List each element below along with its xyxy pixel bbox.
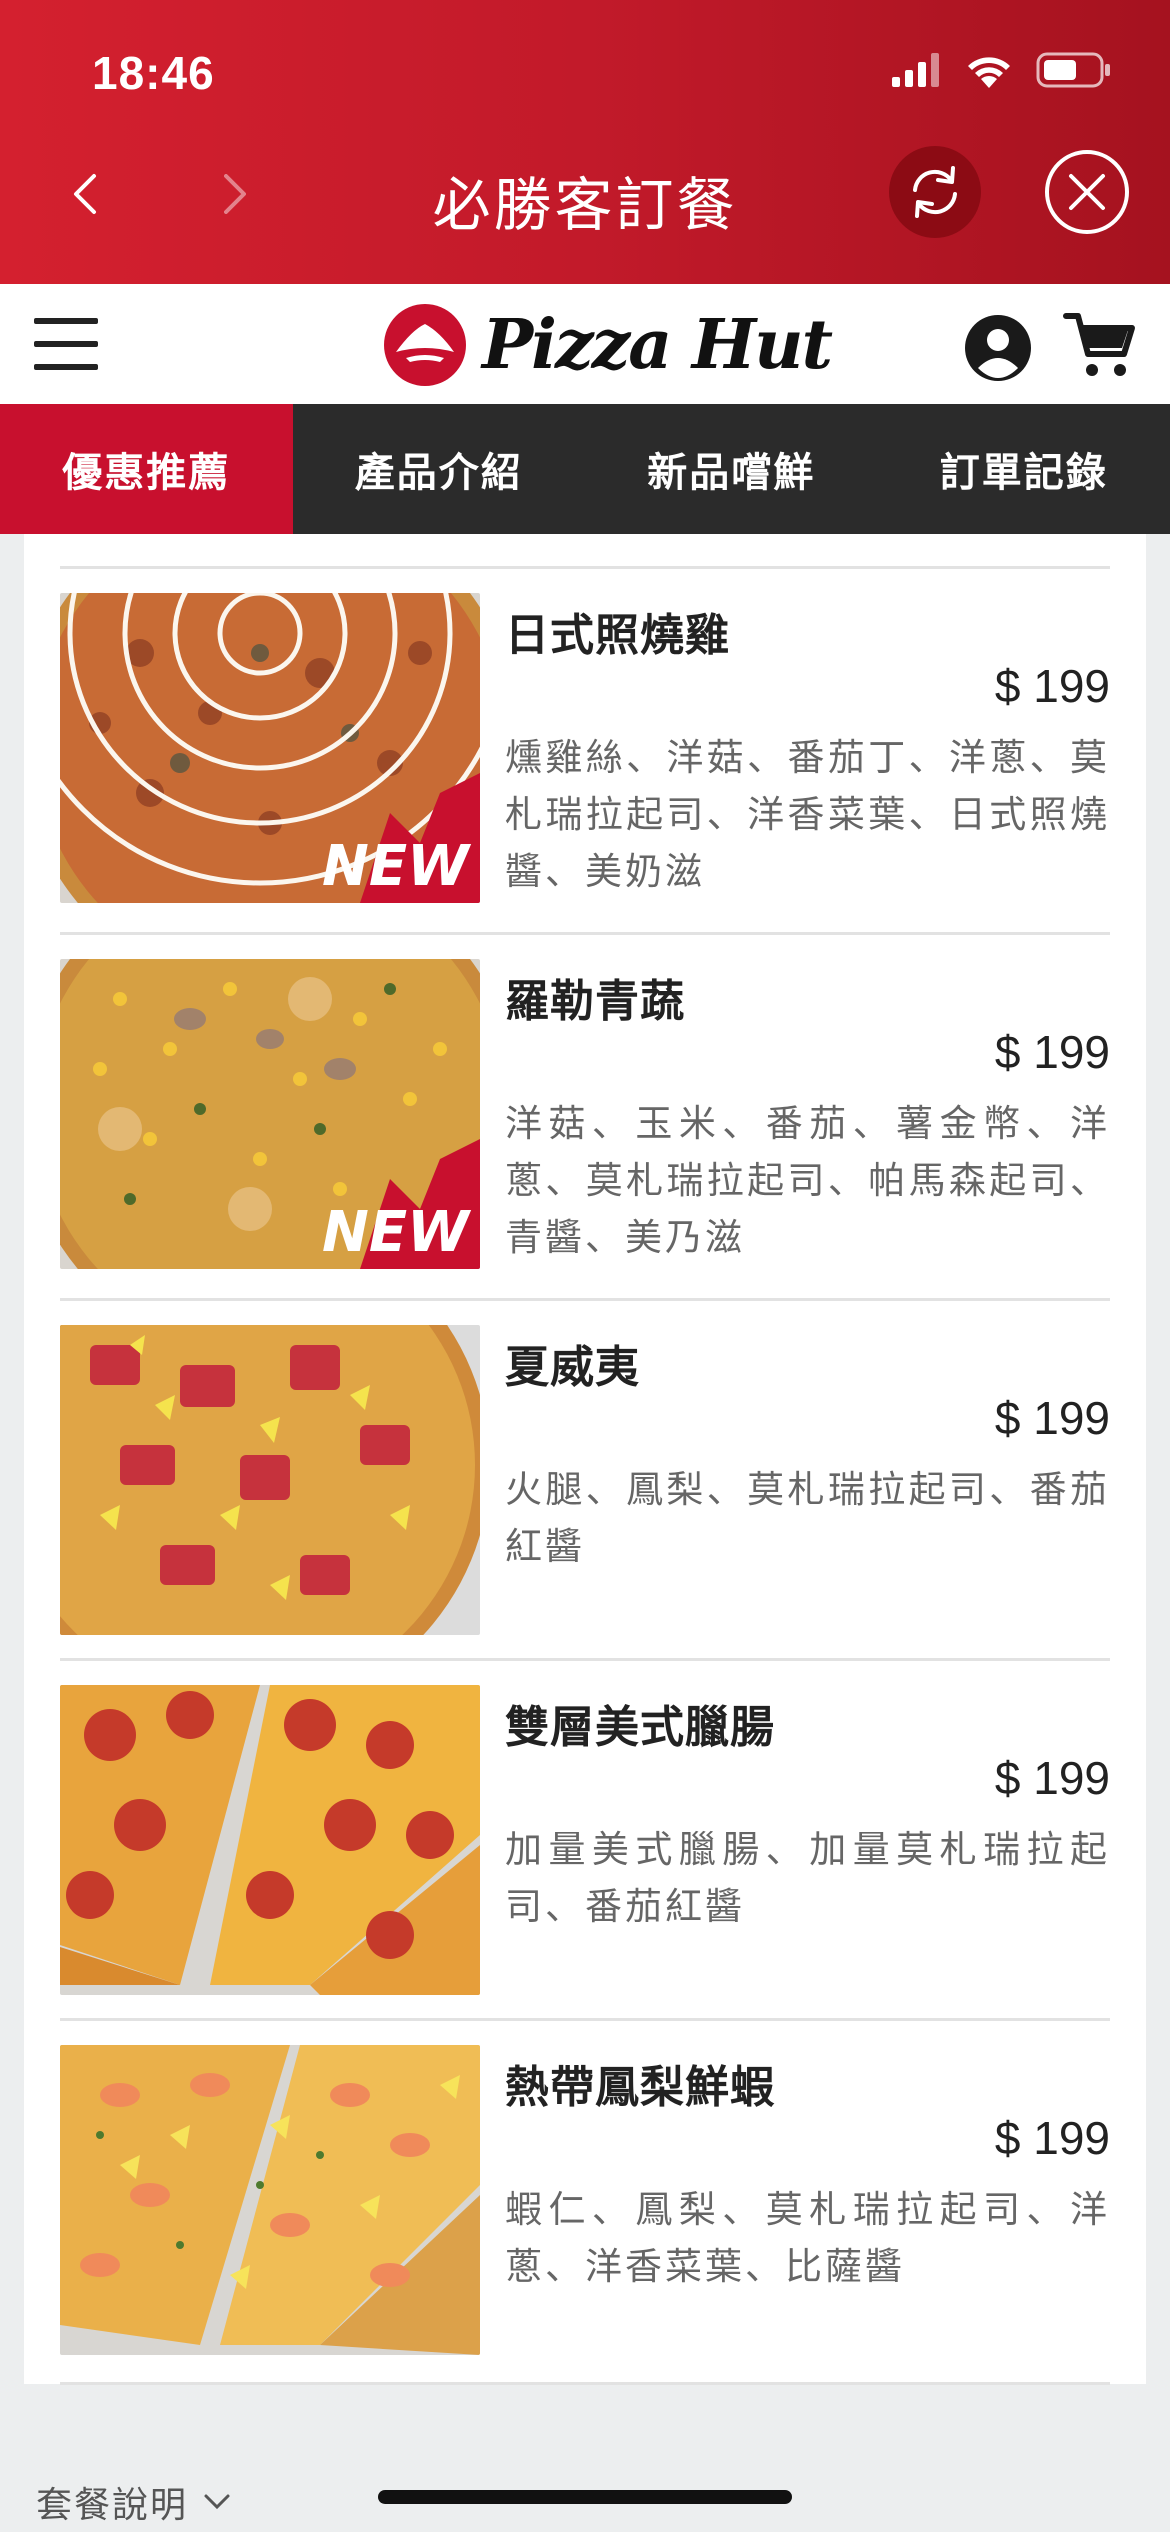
product-item[interactable]: NEW 羅勒青蔬 $ 199 洋菇、玉米、番茄、薯金幣、洋蔥、莫札瑞拉起司、帕馬… bbox=[60, 932, 1110, 1298]
product-price: $ 199 bbox=[994, 1392, 1110, 1444]
chevron-down-icon bbox=[204, 2494, 230, 2510]
product-price: $ 199 bbox=[994, 660, 1110, 712]
menu-icon-line bbox=[34, 341, 98, 347]
signal-icon bbox=[892, 53, 939, 87]
header-title: 必勝客訂餐 bbox=[432, 171, 738, 239]
battery-icon bbox=[1036, 52, 1110, 88]
pizza-hut-roof-icon bbox=[384, 304, 466, 386]
product-price: $ 199 bbox=[994, 1752, 1110, 1804]
refresh-icon bbox=[913, 166, 957, 218]
product-description: 加量美式臘腸、加量莫札瑞拉起司、番茄紅醬 bbox=[505, 1828, 1110, 1928]
product-item[interactable]: NEW 日式照燒雞 $ 199 燻雞絲、洋菇、番茄丁、洋蔥、莫札瑞拉起司、洋香菜… bbox=[60, 566, 1110, 932]
app-header: 18:46 必勝客訂餐 bbox=[0, 0, 1170, 284]
product-price: $ 199 bbox=[994, 2112, 1110, 2164]
combo-info-label: 套餐說明 bbox=[36, 2485, 189, 2526]
product-image[interactable]: NEW bbox=[60, 959, 480, 1269]
logo-text: Pizza Hut bbox=[482, 305, 833, 385]
status-bar: 18:46 bbox=[0, 0, 1170, 140]
pizza-double-pepperoni-image bbox=[60, 1685, 480, 1995]
product-description: 燻雞絲、洋菇、番茄丁、洋蔥、莫札瑞拉起司、洋香菜葉、日式照燒醬、美奶滋 bbox=[505, 736, 1110, 893]
user-icon bbox=[965, 315, 1031, 381]
pizza-hawaiian-image bbox=[60, 1325, 480, 1635]
new-badge-text: NEW bbox=[322, 1200, 472, 1265]
home-indicator[interactable] bbox=[378, 2490, 792, 2504]
menu-button[interactable] bbox=[34, 318, 98, 370]
tab-promotions[interactable]: 優惠推薦 bbox=[0, 404, 293, 534]
chevron-left-icon bbox=[74, 174, 96, 214]
product-description: 火腿、鳳梨、莫札瑞拉起司、番茄紅醬 bbox=[505, 1468, 1110, 1568]
nav-row: 必勝客訂餐 bbox=[0, 140, 1170, 250]
category-tabs: 優惠推薦 產品介紹 新品嚐鮮 訂單記錄 bbox=[0, 404, 1170, 534]
close-button[interactable] bbox=[1045, 150, 1129, 234]
chevron-right-icon bbox=[224, 174, 246, 214]
close-icon bbox=[1069, 174, 1105, 210]
product-image[interactable]: NEW bbox=[60, 593, 480, 903]
product-name: 日式照燒雞 bbox=[505, 610, 730, 661]
menu-icon-line bbox=[34, 364, 98, 370]
pizza-tropical-shrimp-image bbox=[60, 2045, 480, 2355]
cart-icon bbox=[1063, 313, 1135, 376]
pizza-hut-logo[interactable]: Pizza Hut bbox=[382, 302, 833, 388]
cart-button[interactable] bbox=[1062, 308, 1138, 384]
product-name: 羅勒青蔬 bbox=[505, 976, 685, 1027]
pizza-teriyaki-chicken-image: NEW bbox=[60, 593, 480, 903]
product-item[interactable]: 雙層美式臘腸 $ 199 加量美式臘腸、加量莫札瑞拉起司、番茄紅醬 bbox=[60, 1658, 1110, 2024]
product-description: 洋菇、玉米、番茄、薯金幣、洋蔥、莫札瑞拉起司、帕馬森起司、青醬、美乃滋 bbox=[505, 1102, 1110, 1259]
forward-button[interactable] bbox=[205, 164, 265, 224]
product-image[interactable] bbox=[60, 1685, 480, 1995]
product-price: $ 199 bbox=[994, 1026, 1110, 1078]
status-icons bbox=[892, 52, 1112, 88]
account-button[interactable] bbox=[962, 312, 1034, 384]
menu-icon bbox=[34, 318, 98, 324]
list-divider bbox=[60, 2382, 1110, 2385]
product-name: 雙層美式臘腸 bbox=[505, 1702, 775, 1753]
product-name: 熱帶鳳梨鮮蝦 bbox=[505, 2062, 775, 2113]
tab-products[interactable]: 產品介紹 bbox=[293, 404, 586, 534]
back-button[interactable] bbox=[55, 164, 115, 224]
product-item[interactable]: 夏威夷 $ 199 火腿、鳳梨、莫札瑞拉起司、番茄紅醬 bbox=[60, 1298, 1110, 1664]
tab-new-items[interactable]: 新品嚐鮮 bbox=[585, 404, 878, 534]
wifi-icon bbox=[968, 57, 1010, 88]
product-item[interactable]: 熱帶鳳梨鮮蝦 $ 199 蝦仁、鳳梨、莫札瑞拉起司、洋蔥、洋香菜葉、比薩醬 bbox=[60, 2018, 1110, 2384]
pizza-basil-veggie-image: NEW bbox=[60, 959, 480, 1269]
combo-info-toggle[interactable]: 套餐說明 bbox=[36, 2476, 232, 2528]
new-badge-text: NEW bbox=[322, 834, 472, 899]
tab-order-history[interactable]: 訂單記錄 bbox=[878, 404, 1170, 534]
brand-bar: Pizza Hut bbox=[0, 284, 1170, 404]
product-image[interactable] bbox=[60, 1325, 480, 1635]
refresh-button[interactable] bbox=[889, 146, 981, 238]
product-description: 蝦仁、鳳梨、莫札瑞拉起司、洋蔥、洋香菜葉、比薩醬 bbox=[505, 2188, 1110, 2288]
product-image[interactable] bbox=[60, 2045, 480, 2355]
product-list: NEW 日式照燒雞 $ 199 燻雞絲、洋菇、番茄丁、洋蔥、莫札瑞拉起司、洋香菜… bbox=[24, 534, 1146, 2385]
status-time: 18:46 bbox=[92, 47, 215, 99]
product-name: 夏威夷 bbox=[505, 1342, 640, 1393]
